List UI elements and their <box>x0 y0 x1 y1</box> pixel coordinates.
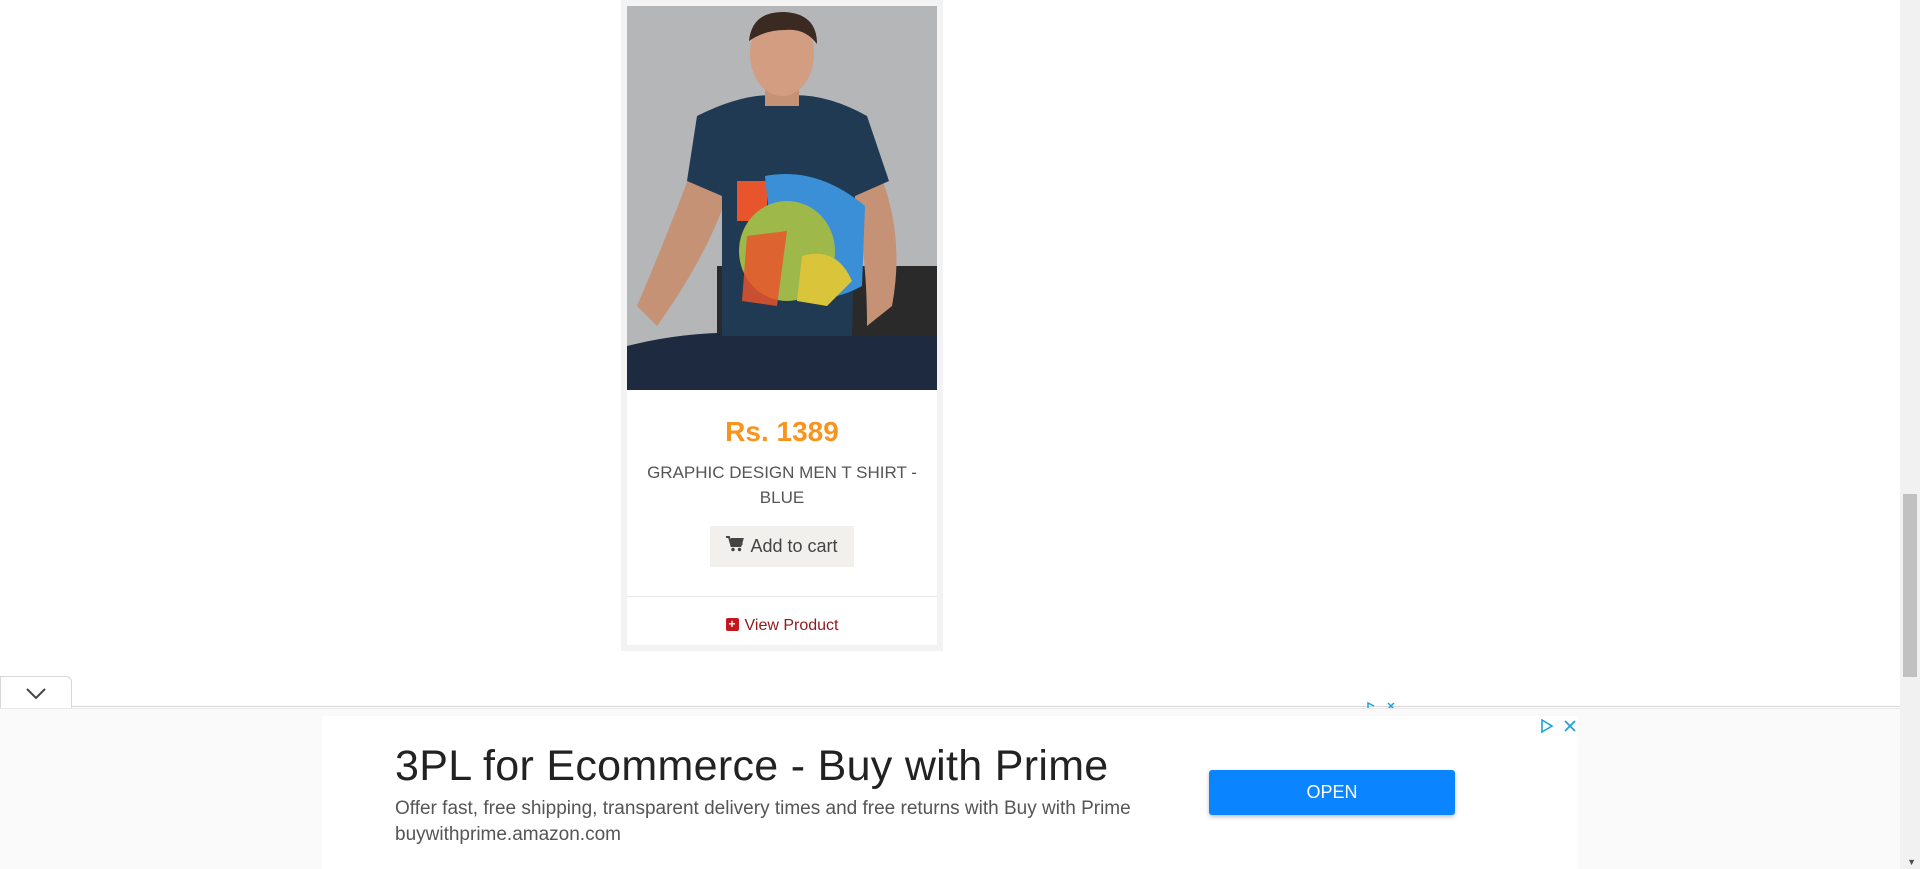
ad-choices-icon[interactable] <box>1539 718 1555 734</box>
ad-top-border <box>72 706 1900 707</box>
product-price: Rs. 1389 <box>725 416 839 447</box>
ad-title[interactable]: 3PL for Ecommerce - Buy with Prime <box>395 742 1109 791</box>
view-product-link[interactable]: + View Product <box>627 617 937 635</box>
ad-description[interactable]: Offer fast, free shipping, transparent d… <box>395 796 1175 848</box>
product-card-inner: Rs. 1389 GRAPHIC DESIGN MEN T SHIRT - BL… <box>627 6 937 645</box>
view-product-label: View Product <box>744 617 839 634</box>
ad-open-button[interactable]: OPEN <box>1209 770 1455 815</box>
cart-icon <box>726 536 745 557</box>
plus-square-icon: + <box>725 618 739 632</box>
add-to-cart-label: Add to cart <box>750 535 838 556</box>
card-divider <box>627 596 937 597</box>
product-photo-illustration <box>627 6 937 390</box>
scroll-down-arrow-icon[interactable]: ▼ <box>1907 857 1916 867</box>
product-card: Rs. 1389 GRAPHIC DESIGN MEN T SHIRT - BL… <box>621 0 943 651</box>
page: Rs. 1389 GRAPHIC DESIGN MEN T SHIRT - BL… <box>0 0 1920 869</box>
product-name[interactable]: GRAPHIC DESIGN MEN T SHIRT - BLUE <box>641 460 923 510</box>
add-to-cart-button[interactable]: Add to cart <box>710 526 854 567</box>
ad-banner[interactable]: 3PL for Ecommerce - Buy with Prime Offer… <box>322 716 1578 869</box>
product-image[interactable] <box>627 6 937 390</box>
close-icon[interactable] <box>1562 718 1578 734</box>
vertical-scrollbar[interactable]: ▼ <box>1900 0 1920 869</box>
ad-collapse-tab[interactable] <box>0 676 72 708</box>
chevron-down-icon <box>26 688 46 700</box>
scrollbar-thumb[interactable] <box>1903 494 1917 677</box>
